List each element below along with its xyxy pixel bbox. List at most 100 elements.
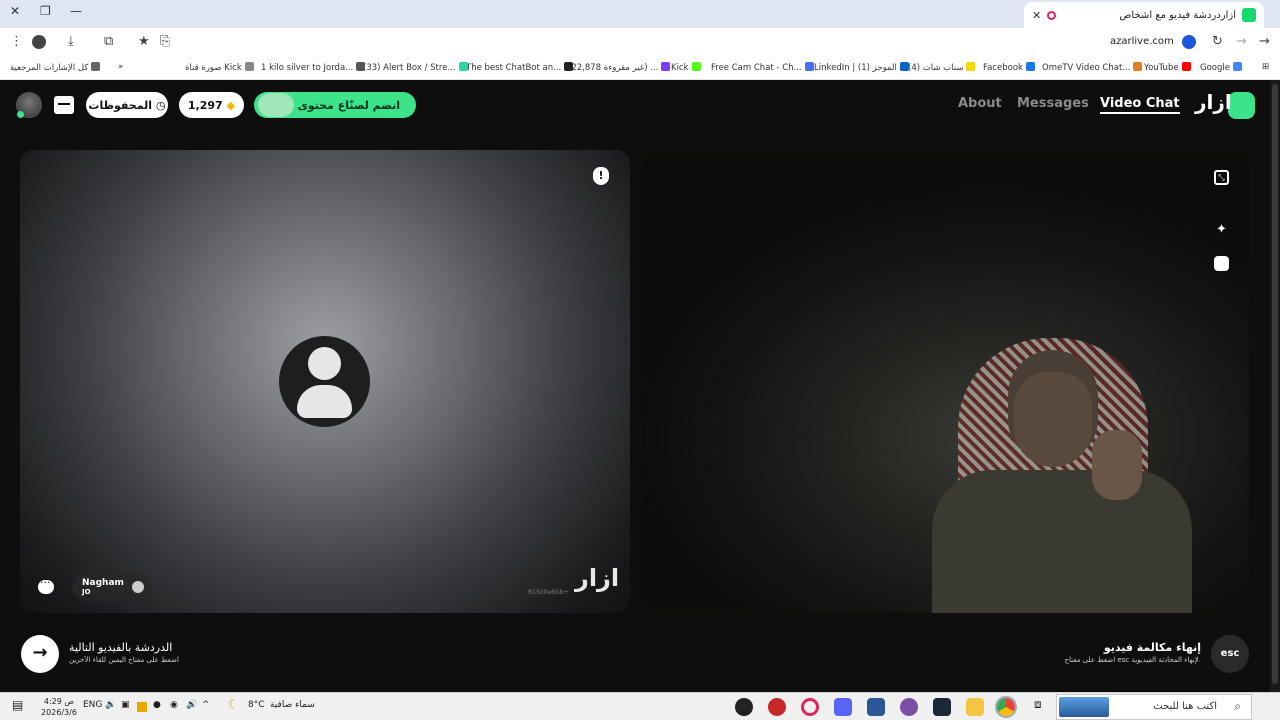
volume-icon[interactable]: 🔉: [105, 700, 116, 710]
next-chat-hint: اضغط على مفتاح اليمين للقاء الآخرين: [69, 656, 179, 664]
file-explorer-icon[interactable]: [966, 698, 984, 716]
cast-icon[interactable]: ⎘: [160, 34, 170, 49]
bookmark-item[interactable]: Facebook: [983, 62, 1035, 73]
next-chat-title: الدردشة بالفيديو التالية: [69, 641, 173, 654]
bookmark-item[interactable]: LinkedIn | (1) الموجز: [814, 62, 909, 73]
bookmark-item[interactable]: The best ChatBot an...: [466, 62, 574, 73]
end-call-button[interactable]: esc: [1211, 635, 1249, 673]
saved-button[interactable]: المحفوظات ◷: [86, 92, 168, 118]
camera-feed-person: [892, 320, 1222, 613]
bookmark-star-icon[interactable]: ★: [138, 34, 150, 49]
bookmark-item[interactable]: صورة قناة Kick: [185, 62, 254, 73]
url-field[interactable]: azarlive.com: [1110, 36, 1174, 47]
profile-avatar-icon[interactable]: [32, 35, 46, 49]
store-app-icon[interactable]: [867, 698, 885, 716]
taskbar-search[interactable]: اكتب هنا للبحث ⌕: [1056, 694, 1252, 720]
site-info-icon[interactable]: [1182, 35, 1196, 49]
all-bookmarks[interactable]: كل الإشارات المرجعية: [10, 62, 101, 73]
app-header: ازار Video Chat Messages About انضم لصنّ…: [0, 80, 1280, 132]
opera-app-icon[interactable]: [801, 698, 819, 716]
notifications-icon[interactable]: ▤: [12, 698, 23, 712]
nav-about[interactable]: About: [958, 96, 1002, 111]
nav-messages[interactable]: Messages: [1017, 96, 1089, 111]
partner-info-pill[interactable]: Nagham JO: [72, 573, 152, 601]
azar-watermark: ازار: [575, 564, 620, 592]
bookmark-item[interactable]: (33) Alert Box / Stre...: [363, 62, 468, 73]
temperature[interactable]: 8°C: [248, 700, 265, 710]
bookmark-item[interactable]: YouTube: [1144, 62, 1191, 73]
logo-text[interactable]: ازار: [1195, 90, 1232, 114]
address-bar: ⋮ ⤓ ⧉ ★ ⎘ azarlive.com ↻ → →: [0, 28, 1280, 56]
back-icon[interactable]: →: [1259, 34, 1270, 49]
nav-video-chat[interactable]: Video Chat: [1100, 96, 1180, 114]
azar-favicon-icon: [1242, 8, 1256, 22]
search-highlight-image: [1059, 697, 1109, 717]
partner-country: JO: [82, 588, 91, 596]
extensions-icon[interactable]: ⧉: [104, 34, 113, 49]
app-icon-6[interactable]: [900, 698, 918, 716]
join-creators-button[interactable]: انضم لصنّاع محتوى ازار: [254, 92, 416, 118]
bookmark-item[interactable]: Free Cam Chat - Ch...: [711, 62, 814, 73]
camera-icon: [258, 93, 294, 117]
discord-app-icon[interactable]: [834, 698, 852, 716]
bookmark-item[interactable]: (4) سناب شات: [908, 62, 976, 73]
page-scrollbar[interactable]: [1270, 80, 1280, 692]
gem-icon: ◆: [226, 98, 236, 112]
search-placeholder: اكتب هنا للبحث: [1153, 701, 1217, 712]
minimize-window-icon[interactable]: —: [70, 4, 82, 18]
microphone-icon[interactable]: ●: [153, 700, 161, 710]
user-avatar[interactable]: [16, 92, 42, 118]
watermark-id: R1500e6Gb+: [528, 589, 569, 596]
gems-button[interactable]: 1,297 ◆: [179, 92, 244, 118]
azar-logo-icon[interactable]: [1228, 92, 1255, 119]
bookmark-item[interactable]: Kick: [671, 62, 701, 73]
recording-icon: [1047, 10, 1057, 20]
reload-icon[interactable]: ↻: [1212, 34, 1223, 49]
task-view-icon[interactable]: ⧈: [1034, 697, 1042, 712]
browser-tab-azar[interactable]: أزار‏دردشة فيديو مع أشخاص ✕: [1024, 2, 1264, 28]
report-icon[interactable]: !: [593, 167, 609, 185]
tray-expand-icon[interactable]: ^: [202, 700, 210, 710]
end-call-title: إنهاء مكالمة فيديو: [1103, 641, 1201, 654]
saved-label: المحفوظات: [88, 98, 152, 112]
bookmark-item[interactable]: 1 kilo silver to Jorda...: [261, 62, 366, 73]
face-filter-icon[interactable]: [1214, 256, 1229, 271]
minimize-video-icon[interactable]: ⤡: [1214, 170, 1229, 185]
chrome-app-icon[interactable]: [995, 696, 1017, 718]
browser-tabbar: ✕ ❐ — + أزار‏دردشة فيديو مع أشخاص ✕: [0, 0, 1280, 28]
apps-grid-icon[interactable]: ⊞: [1262, 62, 1269, 72]
language-indicator[interactable]: ENG: [83, 700, 102, 710]
magic-wand-icon[interactable]: ✦: [1214, 222, 1229, 237]
chat-bubble-icon[interactable]: [38, 576, 54, 594]
weather-text[interactable]: سماء صافية: [270, 700, 315, 710]
steam-app-icon[interactable]: [933, 698, 951, 716]
forward-icon[interactable]: →: [1236, 34, 1247, 49]
speaker-icon[interactable]: ◉: [170, 700, 178, 710]
bookmark-item[interactable]: OmeTV Video Chat...: [1042, 62, 1143, 73]
profile-icon: [131, 581, 144, 593]
more-bookmarks-icon[interactable]: »: [118, 62, 123, 72]
tray-app-icon[interactable]: [137, 702, 147, 712]
end-call-hint: اضغط على مفتاح esc لإنهاء المحادثة الفيد…: [1064, 656, 1201, 664]
bookmark-item[interactable]: Google: [1200, 62, 1242, 73]
partner-video-pane: ! Nagham JO R1500e6Gb+ ازار: [20, 150, 630, 613]
network-icon[interactable]: ▣: [121, 700, 130, 710]
system-clock[interactable]: 4:29 ص 2026/3/6: [41, 696, 77, 718]
download-icon[interactable]: ⤓: [68, 34, 74, 49]
menu-icon[interactable]: ⋮: [10, 34, 23, 49]
default-avatar-icon: [279, 336, 370, 427]
tab-close-icon[interactable]: ✕: [1032, 9, 1041, 22]
online-status-icon: [17, 111, 24, 118]
close-window-icon[interactable]: ✕: [10, 4, 20, 18]
bookmark-item[interactable]: (22,878 غير مقروءة) ...: [568, 62, 671, 73]
volume-icon-2[interactable]: 🔊: [186, 700, 197, 710]
app-icon-2[interactable]: [768, 698, 786, 716]
moon-icon: ☾: [228, 697, 239, 711]
clock-icon: ◷: [155, 98, 166, 112]
obs-app-icon[interactable]: [735, 698, 753, 716]
windows-taskbar: ▤ 4:29 ص 2026/3/6 ENG 🔉 ▣ ● ◉ 🔊 ^ ☾ 8°C …: [0, 692, 1280, 720]
next-chat-button[interactable]: →: [21, 635, 59, 673]
restore-window-icon[interactable]: ❐: [40, 4, 51, 18]
store-icon[interactable]: [54, 96, 74, 114]
partner-name: Nagham: [82, 578, 124, 588]
